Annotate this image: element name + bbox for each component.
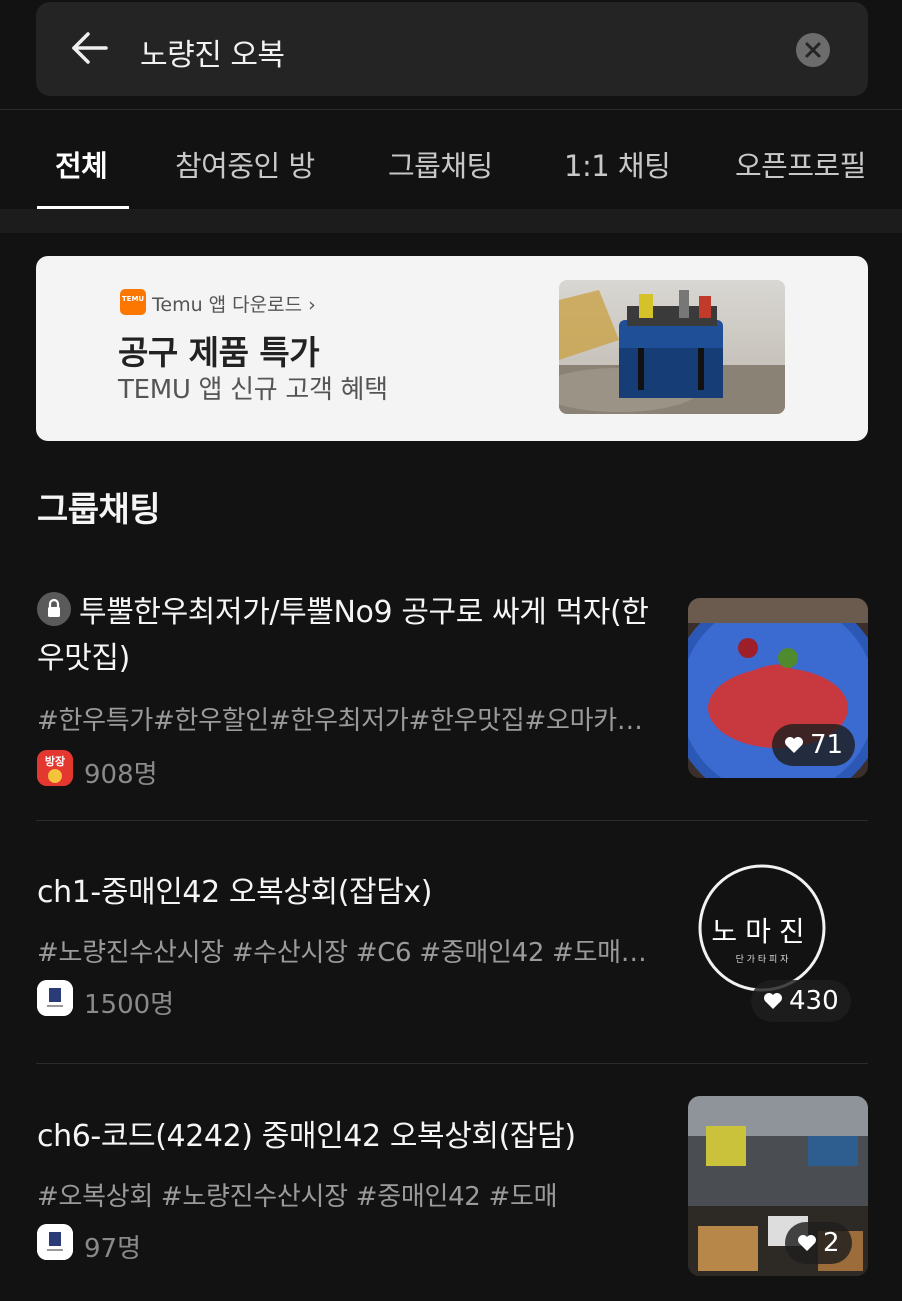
chat-result-item[interactable]: ch1-중매인42 오복상회(잡담x) #노량진수산시장 #수산시장 #C6 #… — [0, 850, 902, 1062]
temu-logo-icon: TEMU — [120, 289, 146, 315]
chat-thumbnail-image: 2 — [688, 1096, 868, 1276]
search-bar[interactable]: 노량진 오복 — [36, 2, 868, 96]
tab-joined-rooms[interactable]: 참여중인 방 — [175, 143, 315, 185]
tab-open-profile[interactable]: 오픈프로필 — [735, 143, 866, 185]
list-separator — [36, 1063, 868, 1064]
like-badge: 430 — [751, 980, 851, 1022]
member-count: 908명 — [84, 760, 158, 790]
chat-result-item[interactable]: ch6-코드(4242) 중매인42 오복상회(잡담) #오복상회 #노량진수산… — [0, 1090, 902, 1301]
chat-title: ch6-코드(4242) 중매인42 오복상회(잡담) — [37, 1119, 576, 1154]
tab-all[interactable]: 전체 — [55, 143, 108, 185]
chat-thumbnail-image: 노마진 단 가 타 피 자 430 — [688, 858, 868, 1038]
ad-banner[interactable]: TEMU Temu 앱 다운로드 › 공구 제품 특가 TEMU 앱 신규 고객… — [36, 256, 868, 441]
tab-group-chat[interactable]: 그룹채팅 — [388, 143, 493, 185]
heart-icon — [785, 737, 803, 753]
ad-brand-link[interactable]: Temu 앱 다운로드 › — [152, 290, 316, 317]
thumbnail-logo-subtext: 단 가 타 피 자 — [735, 955, 789, 965]
filter-tabs: 전체 참여중인 방 그룹채팅 1:1 채팅 오픈프로필 — [0, 111, 902, 209]
chat-title: 투뿔한우최저가/투뿔No9 공구로 싸게 먹자(한우맛집) — [37, 590, 667, 682]
search-header: 노량진 오복 — [0, 0, 902, 110]
heart-icon — [798, 1235, 816, 1251]
ad-tool-bag-image — [559, 280, 785, 414]
chat-result-item[interactable]: 투뿔한우최저가/투뿔No9 공구로 싸게 먹자(한우맛집) #한우특가#한우할인… — [0, 580, 902, 820]
chat-tags: #노량진수산시장 #수산시장 #C6 #중매인42 #도매… — [37, 938, 647, 968]
member-count: 97명 — [84, 1234, 142, 1264]
chat-tags: #오복상회 #노량진수산시장 #중매인42 #도매 — [37, 1182, 558, 1212]
owner-avatar — [37, 1224, 73, 1260]
chat-tags: #한우특가#한우할인#한우최저가#한우맛집#오마카… — [37, 706, 643, 736]
list-separator — [36, 820, 868, 821]
lock-icon — [37, 592, 71, 626]
thumbnail-logo-text: 노마진 — [711, 915, 813, 948]
tab-one-on-one[interactable]: 1:1 채팅 — [564, 143, 671, 185]
owner-badge-avatar: 방장 — [37, 750, 73, 786]
search-input[interactable]: 노량진 오복 — [140, 30, 285, 74]
like-badge: 71 — [772, 724, 856, 766]
back-arrow-icon[interactable] — [70, 28, 110, 68]
heart-icon — [764, 993, 782, 1009]
member-count: 1500명 — [84, 990, 175, 1020]
ad-title: 공구 제품 특가 — [118, 333, 320, 372]
section-title-group-chat: 그룹채팅 — [37, 490, 161, 530]
like-badge: 2 — [785, 1222, 852, 1264]
chat-thumbnail-image: 71 — [688, 598, 868, 778]
chat-title: ch1-중매인42 오복상회(잡담x) — [37, 875, 433, 910]
owner-avatar — [37, 980, 73, 1016]
section-divider — [0, 209, 902, 233]
ad-subtitle: TEMU 앱 신규 고객 혜택 — [118, 375, 388, 405]
clear-search-icon[interactable] — [796, 33, 830, 67]
